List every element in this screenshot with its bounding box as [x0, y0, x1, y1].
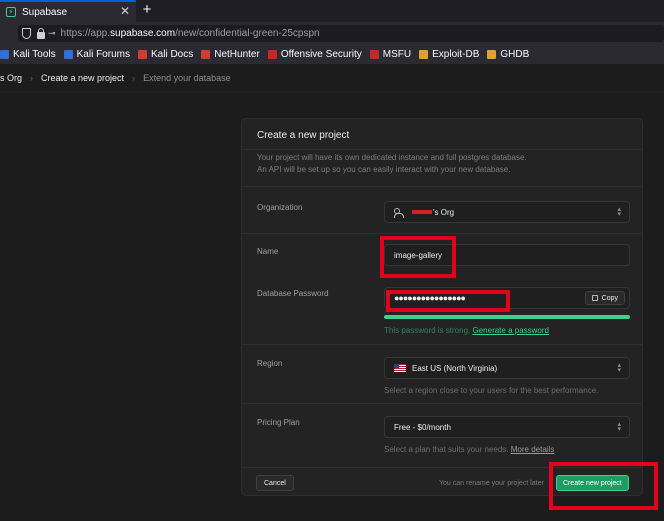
description-line-1: Your project will have its own dedicated…	[257, 153, 527, 162]
copy-label: Copy	[601, 294, 618, 302]
pricing-plan-label: Pricing Plan	[257, 418, 300, 427]
breadcrumb: s Org › Create a new project › Extend yo…	[0, 64, 664, 92]
msfu-icon	[369, 49, 379, 59]
tab-close-icon[interactable]: ✕	[120, 4, 130, 18]
password-help: This password is strong. Generate a pass…	[384, 326, 549, 335]
kali-icon	[63, 49, 73, 59]
description-line-2: An API will be set up so you can easily …	[257, 165, 511, 174]
bookmark-nethunter[interactable]: NetHunter	[201, 49, 260, 60]
cancel-button[interactable]: Cancel	[256, 475, 294, 491]
strength-text: This password is strong.	[384, 326, 471, 335]
breadcrumb-org[interactable]: s Org	[0, 73, 22, 83]
password-value: ●●●●●●●●●●●●●●●●	[394, 293, 466, 303]
chevron-updown-icon: ▴ ▾	[617, 206, 621, 218]
divider	[242, 233, 642, 234]
url-text[interactable]: https://app.supabase.com/new/confidentia…	[61, 28, 320, 39]
bookmark-offensive-security[interactable]: Offensive Security	[267, 49, 362, 60]
chevron-right-icon: ›	[132, 72, 136, 83]
bookmarks-bar: Kali Tools Kali Forums Kali Docs NetHunt…	[0, 44, 664, 64]
panel-header: Create a new project	[242, 119, 642, 150]
copy-icon	[591, 295, 598, 301]
divider	[242, 344, 642, 345]
name-input[interactable]: image-gallery	[384, 244, 630, 266]
us-flag-icon	[394, 364, 406, 372]
nethunter-icon	[201, 49, 211, 59]
name-label: Name	[257, 247, 279, 256]
password-strength-bar	[384, 315, 630, 319]
url-bar[interactable]: ⊸ https://app.supabase.com/new/confident…	[18, 25, 664, 42]
key-icon[interactable]: ⊸	[48, 28, 56, 39]
password-strength-fill	[384, 315, 630, 319]
divider	[242, 186, 642, 187]
region-select[interactable]: East US (North Virginia) ▴ ▾	[384, 357, 630, 379]
region-label: Region	[257, 359, 283, 368]
chevron-updown-icon: ▴ ▾	[617, 362, 621, 374]
browser-tabstrip: ⚡ Supabase ✕ +	[0, 0, 664, 22]
region-value: East US (North Virginia)	[412, 363, 498, 373]
name-value: image-gallery	[394, 250, 443, 260]
password-input[interactable]: ●●●●●●●●●●●●●●●● Copy	[384, 287, 630, 309]
tab-title: Supabase	[22, 6, 68, 18]
shield-icon[interactable]	[22, 28, 31, 39]
region-help: Select a region close to your users for …	[384, 386, 599, 395]
chevron-updown-icon: ▴ ▾	[617, 421, 621, 433]
create-project-panel: Create a new project Your project will h…	[241, 118, 643, 496]
create-project-button[interactable]: Create new project	[556, 475, 629, 491]
bookmark-kali-forums[interactable]: Kali Forums	[63, 49, 130, 60]
organization-value: 's Org	[433, 207, 455, 217]
supabase-favicon-icon: ⚡	[6, 7, 16, 17]
page-title: Create a new project	[257, 130, 350, 141]
more-details-link[interactable]: More details	[511, 445, 555, 454]
bookmark-kali-docs[interactable]: Kali Docs	[137, 49, 193, 60]
generate-password-link[interactable]: Generate a password	[473, 326, 550, 335]
pricing-plan-help: Select a plan that suits your needs. Mor…	[384, 445, 554, 454]
people-icon	[394, 207, 406, 218]
breadcrumb-create-project[interactable]: Create a new project	[41, 73, 124, 83]
redaction-mark	[412, 210, 432, 214]
chevron-right-icon: ›	[30, 72, 34, 83]
lock-icon[interactable]	[37, 27, 45, 39]
pricing-plan-value: Free - $0/month	[394, 422, 451, 432]
new-tab-button[interactable]: +	[140, 0, 154, 20]
offsec-icon	[267, 49, 277, 59]
divider	[242, 403, 642, 404]
bookmark-exploit-db[interactable]: Exploit-DB	[419, 49, 479, 60]
breadcrumb-extend-database: Extend your database	[143, 72, 231, 83]
ghdb-icon	[487, 49, 497, 59]
organization-label: Organization	[257, 203, 303, 212]
bookmark-msfu[interactable]: MSFU	[369, 49, 411, 60]
password-label: Database Password	[257, 289, 329, 298]
copy-button[interactable]: Copy	[584, 291, 625, 305]
browser-tab[interactable]: ⚡ Supabase ✕	[0, 0, 136, 22]
organization-select[interactable]: 's Org ▴ ▾	[384, 201, 630, 223]
bookmark-kali-tools[interactable]: Kali Tools	[0, 49, 56, 60]
pricing-plan-help-text: Select a plan that suits your needs.	[384, 445, 509, 454]
browser-navbar: ⊸ https://app.supabase.com/new/confident…	[0, 22, 664, 44]
bookmark-ghdb[interactable]: GHDB	[487, 49, 529, 60]
kali-icon	[0, 49, 9, 59]
rename-note: You can rename your project later	[439, 480, 544, 487]
exploit-db-icon	[419, 49, 429, 59]
pricing-plan-select[interactable]: Free - $0/month ▴ ▾	[384, 416, 630, 438]
panel-footer: Cancel You can rename your project later…	[242, 467, 642, 496]
kali-docs-icon	[137, 49, 147, 59]
